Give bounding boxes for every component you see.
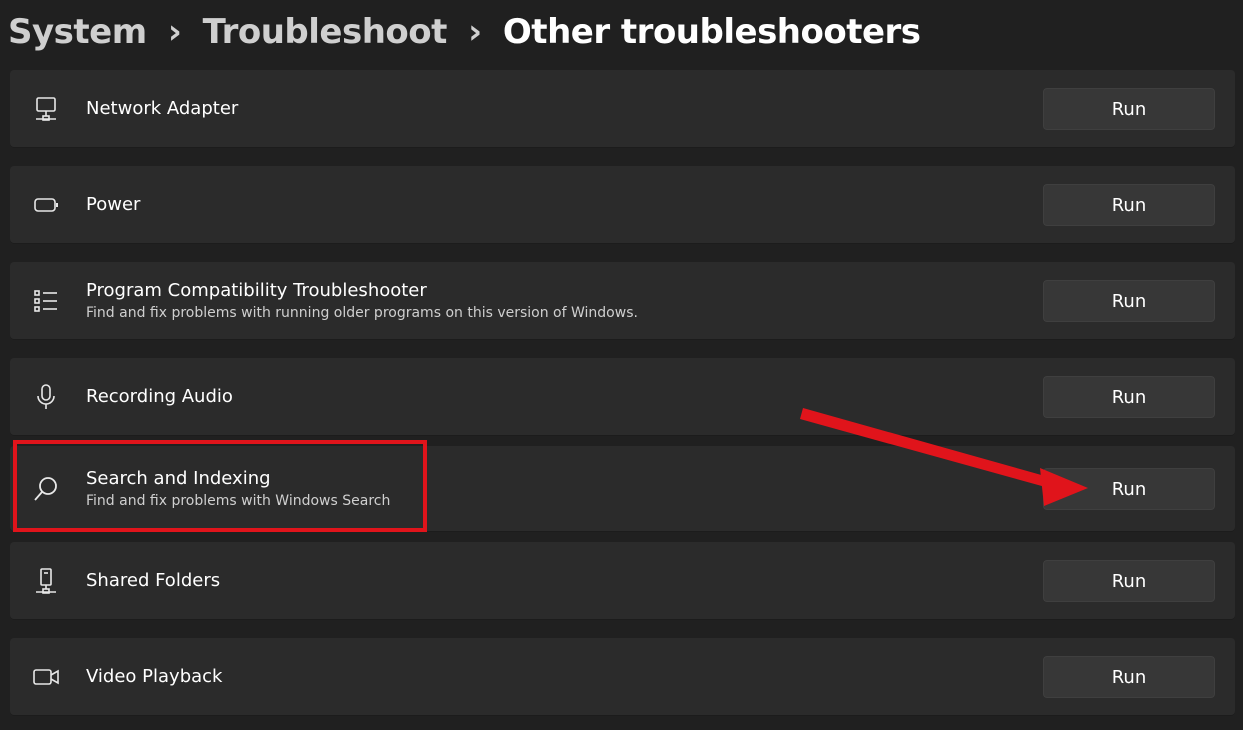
troubleshooter-title: Shared Folders: [86, 570, 221, 591]
troubleshooter-power: Power Run: [10, 166, 1235, 244]
troubleshooter-description: Find and fix problems with running older…: [86, 305, 638, 321]
troubleshooter-description: Find and fix problems with Windows Searc…: [86, 493, 391, 509]
breadcrumb: System › Troubleshoot › Other troublesho…: [8, 0, 921, 64]
troubleshooter-title: Video Playback: [86, 666, 223, 687]
microphone-icon: [32, 383, 60, 411]
troubleshooter-search-and-indexing: Search and Indexing Find and fix problem…: [10, 446, 1235, 532]
run-recording-audio-button[interactable]: Run: [1043, 376, 1215, 418]
troubleshooter-recording-audio: Recording Audio Run: [10, 358, 1235, 436]
list-icon: [32, 287, 60, 315]
troubleshooter-title: Search and Indexing: [86, 468, 271, 489]
troubleshooter-title: Power: [86, 194, 141, 215]
run-network-adapter-button[interactable]: Run: [1043, 88, 1215, 130]
run-power-button[interactable]: Run: [1043, 184, 1215, 226]
chevron-right-icon: ›: [167, 12, 182, 52]
run-search-and-indexing-button[interactable]: Run: [1043, 468, 1215, 510]
breadcrumb-troubleshoot[interactable]: Troubleshoot: [203, 12, 448, 52]
breadcrumb-system[interactable]: System: [8, 12, 147, 52]
troubleshooter-title: Program Compatibility Troubleshooter: [86, 280, 427, 301]
network-adapter-icon: [32, 95, 60, 123]
troubleshooter-title: Recording Audio: [86, 386, 233, 407]
run-video-playback-button[interactable]: Run: [1043, 656, 1215, 698]
troubleshooter-shared-folders: Shared Folders Run: [10, 542, 1235, 620]
troubleshooter-program-compatibility: Program Compatibility Troubleshooter Fin…: [10, 262, 1235, 340]
run-program-compatibility-button[interactable]: Run: [1043, 280, 1215, 322]
search-icon: [32, 475, 60, 503]
video-camera-icon: [32, 663, 60, 691]
battery-icon: [32, 191, 60, 219]
run-shared-folders-button[interactable]: Run: [1043, 560, 1215, 602]
shared-folder-icon: [32, 567, 60, 595]
page-title: Other troubleshooters: [502, 12, 921, 52]
troubleshooter-network-adapter: Network Adapter Run: [10, 70, 1235, 148]
troubleshooter-video-playback: Video Playback Run: [10, 638, 1235, 716]
troubleshooter-title: Network Adapter: [86, 98, 239, 119]
chevron-right-icon: ›: [468, 12, 482, 52]
